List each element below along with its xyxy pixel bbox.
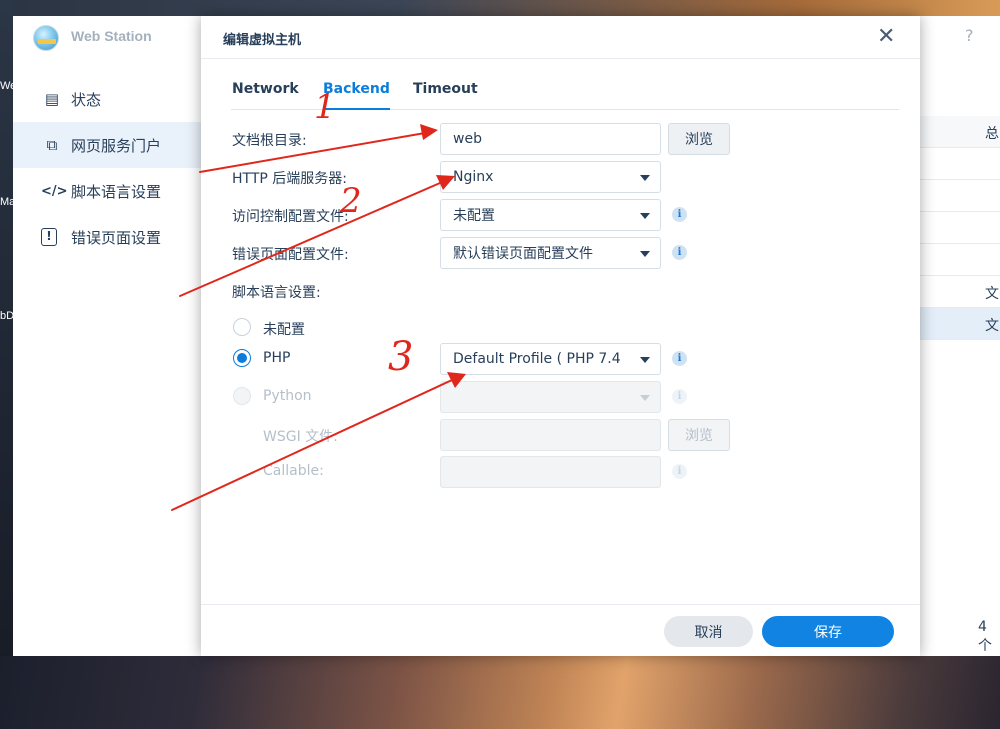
- info-icon: i: [672, 464, 687, 479]
- sidebar-item-label: 网页服务门户: [71, 136, 162, 155]
- radio-php[interactable]: [233, 349, 251, 367]
- chevron-down-icon: [640, 213, 650, 219]
- tab-backend[interactable]: Backend: [323, 81, 390, 110]
- radio-php-label: PHP: [263, 350, 291, 366]
- http-backend-value: Nginx: [453, 169, 494, 185]
- chevron-down-icon: [640, 175, 650, 181]
- script-language-label: 脚本语言设置:: [232, 285, 321, 301]
- status-list-icon: ▤: [44, 90, 60, 108]
- sidebar-item-status[interactable]: ▤ 状态: [13, 76, 201, 122]
- tab-timeout[interactable]: Timeout: [413, 81, 478, 97]
- web-portal-icon: ⧉: [46, 136, 58, 154]
- access-control-label: 访问控制配置文件:: [232, 209, 349, 225]
- browse-button[interactable]: 浏览: [668, 123, 730, 155]
- dialog-footer: 取消 保存: [201, 604, 920, 656]
- sidebar-item-label: 状态: [71, 90, 102, 109]
- table-cell: 文: [985, 318, 999, 334]
- code-icon: </>: [41, 183, 68, 199]
- sidebar: ▤ 状态 ⧉ 网页服务门户 </> 脚本语言设置 ! 错误页面设置: [13, 76, 201, 260]
- desktop-wallpaper-bottom: [0, 656, 1000, 729]
- sidebar-item-script-language[interactable]: </> 脚本语言设置: [13, 168, 201, 214]
- web-station-logo-icon: [33, 25, 59, 51]
- sidebar-item-label: 脚本语言设置: [71, 182, 162, 201]
- dialog-title: 编辑虚拟主机: [223, 33, 302, 48]
- error-page-profile-select[interactable]: 默认错误页面配置文件: [440, 237, 661, 269]
- sidebar-item-error-page[interactable]: ! 错误页面设置: [13, 214, 201, 260]
- tab-bar: Network Backend Timeout: [231, 78, 899, 110]
- error-page-profile-value: 默认错误页面配置文件: [453, 246, 593, 262]
- doc-root-value: web: [453, 131, 482, 147]
- desktop-wallpaper-top: [0, 0, 1000, 16]
- error-page-icon: !: [41, 228, 57, 246]
- radio-none[interactable]: [233, 318, 251, 336]
- callable-label: Callable:: [263, 463, 324, 479]
- wsgi-label: WSGI 文件:: [263, 429, 338, 445]
- access-control-value: 未配置: [453, 208, 495, 224]
- info-icon[interactable]: i: [672, 207, 687, 222]
- help-icon[interactable]: ?: [965, 26, 974, 45]
- save-button[interactable]: 保存: [762, 616, 894, 647]
- edit-virtual-host-dialog: 编辑虚拟主机 ✕ Network Backend Timeout 文档根目录: …: [201, 16, 920, 656]
- desktop-wallpaper-left: [0, 0, 13, 729]
- python-profile-select[interactable]: [440, 381, 661, 413]
- close-icon[interactable]: ✕: [877, 24, 895, 50]
- radio-python[interactable]: [233, 387, 251, 405]
- radio-none-label: 未配置: [263, 322, 305, 338]
- info-icon: i: [672, 389, 687, 404]
- doc-root-label: 文档根目录:: [232, 133, 307, 149]
- info-icon[interactable]: i: [672, 245, 687, 260]
- php-profile-select[interactable]: Default Profile ( PHP 7.4: [440, 343, 661, 375]
- callable-input[interactable]: [440, 456, 661, 488]
- desktop-icon-label: bD: [0, 310, 15, 322]
- tab-network[interactable]: Network: [232, 81, 299, 97]
- access-control-select[interactable]: 未配置: [440, 199, 661, 231]
- item-count: 4 个: [978, 619, 992, 654]
- chevron-down-icon: [640, 251, 650, 257]
- column-header: 总: [985, 126, 999, 142]
- app-title: Web Station: [71, 28, 152, 44]
- sidebar-item-web-portal[interactable]: ⧉ 网页服务门户: [13, 122, 201, 168]
- divider: [201, 58, 920, 59]
- wsgi-browse-button[interactable]: 浏览: [668, 419, 730, 451]
- chevron-down-icon: [640, 357, 650, 363]
- chevron-down-icon: [640, 395, 650, 401]
- radio-python-label: Python: [263, 388, 312, 404]
- php-profile-value: Default Profile ( PHP 7.4: [453, 351, 621, 367]
- http-backend-select[interactable]: Nginx: [440, 161, 661, 193]
- info-icon[interactable]: i: [672, 351, 687, 366]
- table-cell: 文: [985, 286, 999, 302]
- error-page-profile-label: 错误页面配置文件:: [232, 247, 349, 263]
- cancel-button[interactable]: 取消: [664, 616, 753, 647]
- doc-root-input[interactable]: web: [440, 123, 661, 155]
- sidebar-item-label: 错误页面设置: [71, 228, 162, 247]
- http-backend-label: HTTP 后端服务器:: [232, 171, 347, 187]
- wsgi-input[interactable]: [440, 419, 661, 451]
